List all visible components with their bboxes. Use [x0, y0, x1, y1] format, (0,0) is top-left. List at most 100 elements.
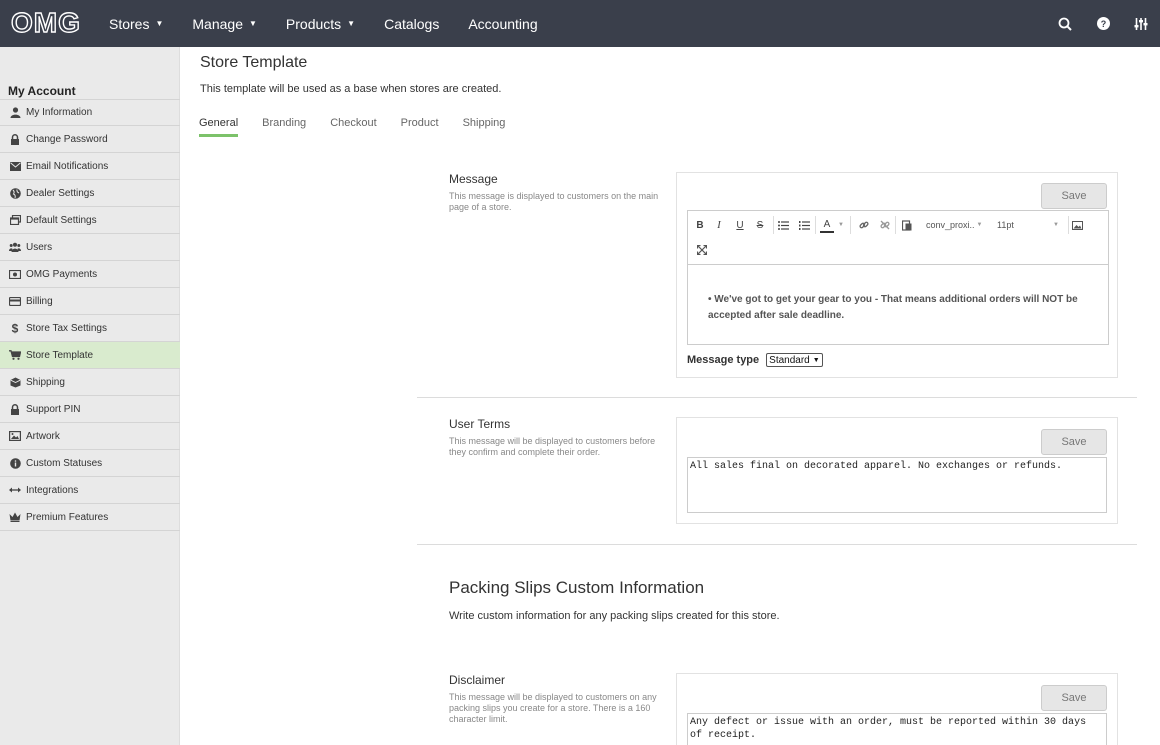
tab-branding[interactable]: Branding — [262, 117, 306, 137]
message-type-select[interactable]: Standard ▼ — [766, 353, 823, 367]
disclaimer-save-button[interactable]: Save — [1041, 685, 1107, 711]
info-icon — [9, 457, 21, 469]
omg-logo[interactable]: OMG — [10, 6, 81, 39]
user-terms-save-button[interactable]: Save — [1041, 429, 1107, 455]
sidebar-item-label: Dealer Settings — [26, 187, 95, 199]
insert-image-icon[interactable] — [1071, 218, 1083, 232]
tab-general[interactable]: General — [199, 117, 239, 137]
message-editor-content[interactable]: • We've got to get your gear to you - Th… — [688, 265, 1108, 324]
caret-down-icon: ▼ — [347, 19, 356, 28]
link-icon[interactable] — [858, 218, 870, 232]
disclaimer-textarea[interactable]: Any defect or issue with an order, must … — [687, 713, 1107, 745]
message-type-label: Message type — [687, 354, 760, 366]
user-terms-textarea[interactable]: All sales final on decorated apparel. No… — [687, 457, 1107, 513]
sidebar-item-store-template[interactable]: Store Template — [0, 342, 180, 369]
window-icon — [9, 214, 21, 226]
nav-stores[interactable]: Stores ▼ — [109, 16, 163, 32]
message-type-row: Message type Standard ▼ — [687, 353, 823, 367]
fullscreen-icon[interactable] — [696, 243, 708, 257]
sidebar-list: My Information Change Password Email Notif… — [0, 99, 180, 531]
disclaimer-label: Disclaimer — [449, 673, 506, 687]
bold-icon[interactable]: B — [694, 218, 706, 232]
disclaimer-description: This message will be displayed to custom… — [449, 692, 657, 724]
top-navbar: OMG Stores ▼ Manage ▼ Products ▼ Catalogs A… — [0, 0, 1160, 47]
tab-checkout[interactable]: Checkout — [330, 117, 376, 137]
envelope-icon — [9, 160, 21, 172]
users-icon — [9, 241, 21, 253]
sidebar-item-store-tax-settings[interactable]: $ Store Tax Settings — [0, 315, 180, 342]
message-label: Message — [449, 172, 498, 186]
sidebar-item-shipping[interactable]: Shipping — [0, 369, 180, 396]
tab-shipping[interactable]: Shipping — [463, 117, 506, 137]
text-color-icon[interactable]: A — [820, 217, 834, 233]
sidebar-item-omg-payments[interactable]: OMG Payments — [0, 261, 180, 288]
credit-card-icon — [9, 295, 21, 307]
italic-icon[interactable]: I — [713, 218, 725, 232]
user-terms-panel: Save All sales final on decorated appare… — [676, 417, 1118, 524]
sidebar-item-label: Store Template — [26, 349, 94, 361]
sidebar-item-label: Email Notifications — [26, 160, 109, 172]
message-rich-editor: B I U S A ▼ conv_proxi.. ▼ 11pt ▼ • We'v… — [687, 210, 1109, 345]
tab-product[interactable]: Product — [401, 117, 439, 137]
svg-text:$: $ — [12, 322, 19, 334]
sidebar-item-users[interactable]: Users — [0, 234, 180, 261]
message-panel: Save B I U S A ▼ conv_proxi.. ▼ 11pt ▼ •… — [676, 172, 1118, 378]
message-description: This message is displayed to customers o… — [449, 191, 659, 212]
nav-manage[interactable]: Manage ▼ — [192, 16, 257, 32]
page-title: Store Template — [200, 54, 308, 71]
sidebar: My Account My Information Change Password… — [0, 47, 180, 745]
paste-icon[interactable] — [901, 218, 913, 232]
disclaimer-panel: Save Any defect or issue with an order, … — [676, 673, 1118, 745]
sidebar-item-label: Custom Statuses — [26, 457, 103, 469]
sidebar-item-billing[interactable]: Billing — [0, 288, 180, 315]
sidebar-item-label: Billing — [26, 295, 53, 307]
help-icon[interactable]: ? — [1084, 0, 1122, 47]
bullet-list-icon[interactable] — [777, 218, 789, 232]
sidebar-item-label: Change Password — [26, 133, 108, 145]
strikethrough-icon[interactable]: S — [754, 218, 766, 232]
nav-catalogs[interactable]: Catalogs — [384, 16, 439, 32]
sidebar-item-label: Shipping — [26, 376, 65, 388]
search-icon[interactable] — [1046, 0, 1084, 47]
money-icon — [9, 268, 21, 280]
message-save-button[interactable]: Save — [1041, 183, 1107, 209]
numbered-list-icon[interactable] — [798, 218, 810, 232]
nav-products[interactable]: Products ▼ — [286, 16, 355, 32]
globe-icon — [9, 187, 21, 199]
packing-slips-title: Packing Slips Custom Information — [449, 578, 705, 597]
arrows-icon — [9, 484, 21, 496]
sidebar-item-label: Artwork — [26, 430, 60, 442]
color-dropdown-icon[interactable]: ▼ — [837, 218, 845, 232]
user-terms-description: This message will be displayed to custom… — [449, 436, 656, 457]
image-icon — [9, 430, 21, 442]
chevron-down-icon: ▼ — [812, 356, 820, 364]
sidebar-item-label: Premium Features — [26, 511, 109, 523]
dollar-icon: $ — [9, 322, 21, 334]
sidebar-item-premium-features[interactable]: Premium Features — [0, 504, 180, 531]
settings-sliders-icon[interactable] — [1122, 0, 1160, 47]
editor-toolbar: B I U S A ▼ conv_proxi.. ▼ 11pt ▼ — [688, 211, 1108, 265]
packing-slips-subtitle: Write custom information for any packing… — [449, 610, 780, 622]
underline-icon[interactable]: U — [734, 218, 746, 232]
sidebar-item-dealer-settings[interactable]: Dealer Settings — [0, 180, 180, 207]
sidebar-item-support-pin[interactable]: Support PIN — [0, 396, 180, 423]
sidebar-item-email-notifications[interactable]: Email Notifications — [0, 153, 180, 180]
unlink-icon[interactable] — [879, 218, 891, 232]
sidebar-item-my-information[interactable]: My Information — [0, 99, 180, 126]
sidebar-item-artwork[interactable]: Artwork — [0, 423, 180, 450]
section-divider — [417, 397, 1137, 398]
user-icon — [9, 107, 21, 119]
font-size-select[interactable]: 11pt ▼ — [997, 218, 1059, 232]
sidebar-item-label: OMG Payments — [26, 268, 98, 280]
section-divider — [417, 544, 1137, 545]
caret-down-icon: ▼ — [248, 19, 257, 28]
sidebar-title: My Account — [8, 84, 76, 98]
sidebar-item-default-settings[interactable]: Default Settings — [0, 207, 180, 234]
sidebar-item-custom-statuses[interactable]: Custom Statuses — [0, 450, 180, 477]
lock-icon — [9, 403, 21, 415]
sidebar-item-change-password[interactable]: Change Password — [0, 126, 180, 153]
font-family-select[interactable]: conv_proxi.. ▼ — [926, 218, 988, 232]
sidebar-item-label: Store Tax Settings — [26, 322, 107, 334]
sidebar-item-integrations[interactable]: Integrations — [0, 477, 180, 504]
nav-accounting[interactable]: Accounting — [468, 16, 537, 32]
